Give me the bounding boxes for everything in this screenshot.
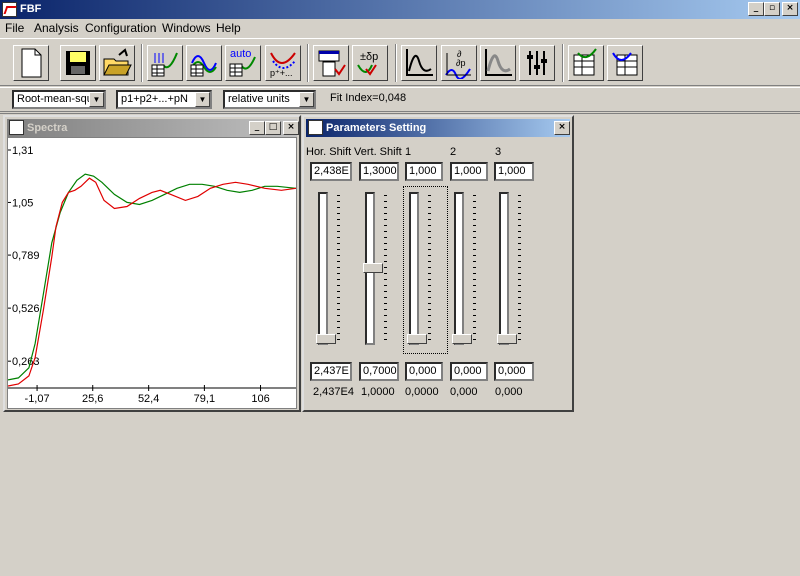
chevron-down-icon[interactable]: ▼ [195, 92, 210, 107]
units-select-value: relative units [228, 93, 290, 105]
auto-fit-icon[interactable]: auto [225, 45, 261, 81]
peak-params-icon[interactable]: p⁺+... [265, 45, 301, 81]
units-select[interactable]: relative units ▼ [223, 90, 316, 109]
vert-shift-max-field[interactable]: 1,3000 [359, 162, 399, 181]
param2-current: 0,000 [450, 386, 478, 398]
vert-shift-slider[interactable] [363, 192, 387, 350]
app-title-bar: FBF _ ▫ × [0, 0, 800, 19]
svg-text:∂p: ∂p [456, 58, 465, 68]
param3-min-field[interactable]: 0,000 [494, 362, 534, 381]
sign-shift-icon[interactable]: ±δp [352, 45, 388, 81]
toolbar-separator [307, 44, 309, 82]
param3-current: 0,000 [495, 386, 523, 398]
menu-windows[interactable]: Windows [162, 21, 211, 35]
x-tick-label: -1,07 [25, 393, 50, 405]
y-tick-label: 1,31 [12, 145, 33, 157]
y-tick-label: 0,789 [12, 250, 40, 262]
minimize-button[interactable]: _ [249, 121, 265, 135]
header-3: 3 [495, 146, 502, 158]
maximize-button[interactable]: □ [265, 121, 281, 135]
new-document-icon[interactable] [13, 45, 49, 81]
hor-shift-min-field[interactable]: 2,437E [310, 362, 352, 381]
x-tick-label: 106 [251, 393, 269, 405]
app-logo-icon [2, 2, 17, 17]
import-table-icon[interactable] [607, 45, 643, 81]
spectrum-series-line [7, 177, 297, 387]
focus-rectangle [403, 186, 448, 354]
y-tick-label: 1,05 [12, 197, 33, 209]
toolbar-separator [395, 44, 397, 82]
x-tick-label: 52,4 [138, 393, 159, 405]
svg-text:p⁺+...: p⁺+... [270, 68, 293, 78]
metric-select[interactable]: Root-mean-squ ▼ [12, 90, 106, 109]
open-folder-icon[interactable] [99, 45, 135, 81]
toolbar-separator [562, 44, 564, 82]
slider-thumb[interactable] [452, 334, 472, 344]
menu-configuration[interactable]: Configuration [85, 21, 156, 35]
chevron-down-icon[interactable]: ▼ [89, 92, 104, 107]
close-button[interactable]: × [554, 121, 570, 135]
spectra-title: Spectra [27, 122, 68, 134]
select-sheet-icon[interactable] [313, 45, 349, 81]
svg-text:±δp: ±δp [360, 51, 378, 63]
vert-shift-current: 1,0000 [361, 386, 395, 398]
app-logo-icon [9, 120, 24, 135]
header-hor-shift: Hor. Shift [306, 146, 352, 158]
spectra-chart: 1,311,050,7890,5260,263-1,07 25,6 52,4 79,1… [7, 145, 297, 405]
menu-analysis[interactable]: Analysis [34, 21, 79, 35]
spectra-plot[interactable]: 1,31 1,05 0,789 0,526 0,263 -1,07 25,6 52,4 79,1… [7, 137, 297, 409]
param3-max-field[interactable]: 1,000 [494, 162, 534, 181]
sliders-icon[interactable] [519, 45, 555, 81]
x-tick-label: 79,1 [194, 393, 215, 405]
spectra-title-bar[interactable]: Spectra _ □ × [7, 119, 299, 137]
slider-thumb[interactable] [316, 334, 336, 344]
hor-shift-max-field[interactable]: 2,438E [310, 162, 352, 181]
menu-bar: File Analysis Configuration Windows Help [0, 19, 800, 38]
minimize-button[interactable]: _ [748, 2, 764, 16]
model-select[interactable]: p1+p2+...+pN ▼ [116, 90, 212, 109]
param2-max-field[interactable]: 1,000 [450, 162, 488, 181]
toolbar-separator [141, 44, 143, 82]
app-title: FBF [20, 3, 42, 15]
export-table-icon[interactable] [568, 45, 604, 81]
model-select-value: p1+p2+...+pN [121, 93, 188, 105]
hor-shift-current: 2,437E4 [313, 386, 354, 398]
slider-thumb[interactable] [497, 334, 517, 344]
spectrum-series-line [7, 173, 297, 381]
smooth-spectrum-icon[interactable] [480, 45, 516, 81]
fit-index-label: Fit Index=0,048 [330, 92, 407, 104]
spectrum-icon[interactable] [401, 45, 437, 81]
menu-file[interactable]: File [5, 21, 24, 35]
y-tick-label: 0,526 [12, 303, 40, 315]
param2-min-field[interactable]: 0,000 [450, 362, 488, 381]
chevron-down-icon[interactable]: ▼ [299, 92, 314, 107]
header-2: 2 [450, 146, 457, 158]
metric-select-value: Root-mean-squ [17, 93, 93, 105]
svg-text:auto: auto [230, 48, 251, 60]
slider-thumb[interactable] [363, 263, 383, 273]
app-logo-icon [308, 120, 323, 135]
param1-max-field[interactable]: 1,000 [405, 162, 443, 181]
hor-shift-slider[interactable] [316, 192, 340, 350]
table-fit-icon[interactable] [147, 45, 183, 81]
menu-help[interactable]: Help [216, 21, 241, 35]
close-button[interactable]: × [283, 121, 299, 135]
close-button[interactable]: × [782, 2, 798, 16]
x-tick-label: 25,6 [82, 393, 103, 405]
param2-slider[interactable] [452, 192, 476, 350]
param1-min-field[interactable]: 0,000 [405, 362, 443, 381]
fit-curve-icon[interactable] [186, 45, 222, 81]
param1-current: 0,0000 [405, 386, 439, 398]
parameters-title-bar[interactable]: Parameters Setting × [306, 119, 570, 137]
header-1: 1 [405, 146, 412, 158]
save-icon[interactable] [60, 45, 96, 81]
parameters-title: Parameters Setting [326, 122, 427, 134]
restore-button[interactable]: ▫ [764, 2, 780, 16]
param3-slider[interactable] [497, 192, 521, 350]
vert-shift-min-field[interactable]: 0,7000 [359, 362, 399, 381]
header-vert-shift: Vert. Shift [354, 146, 402, 158]
derivative-icon[interactable]: ∂ ∂p [441, 45, 477, 81]
